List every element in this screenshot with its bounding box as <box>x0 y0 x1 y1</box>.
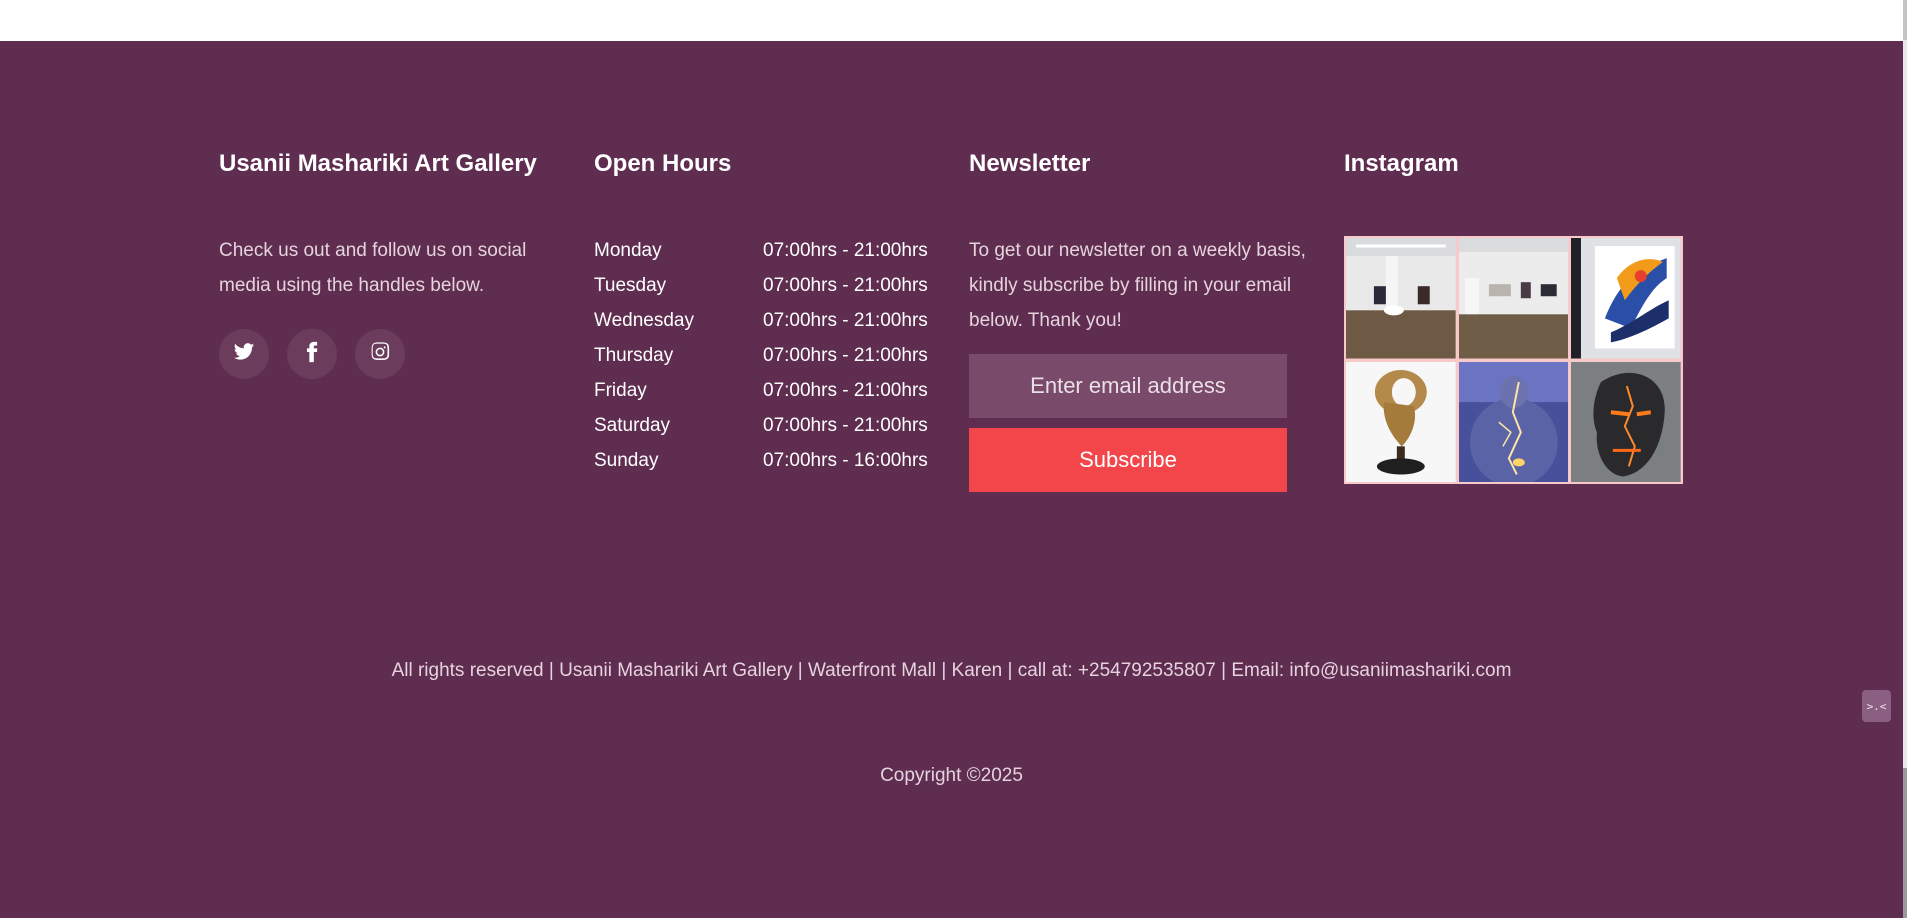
gallery-photo-2[interactable] <box>1458 238 1569 359</box>
hours-row: Saturday 07:00hrs - 21:00hrs <box>594 408 934 443</box>
subscribe-button[interactable]: Subscribe <box>969 428 1287 493</box>
gallery-photo-3[interactable] <box>1571 238 1681 359</box>
twitter-button[interactable] <box>219 329 269 380</box>
copyright: Copyright ©2025 <box>880 765 1023 786</box>
hours-row: Tuesday 07:00hrs - 21:00hrs <box>594 268 934 303</box>
about-text: Check us out and follow us on social med… <box>219 240 527 297</box>
instagram-title: Instagram <box>1344 150 1459 177</box>
gallery-photo-4[interactable] <box>1346 361 1456 483</box>
newsletter-title: Newsletter <box>969 150 1091 177</box>
day-label: Saturday <box>594 415 671 437</box>
hours-row: Friday 07:00hrs - 21:00hrs <box>594 373 934 408</box>
time-label: 07:00hrs - 21:00hrs <box>763 310 928 332</box>
top-white-bar <box>0 0 1903 41</box>
day-label: Thursday <box>594 345 674 367</box>
open-hours-column: Open Hours Monday 07:00hrs - 21:00hrs Tue… <box>594 148 934 478</box>
instagram-column: Instagram <box>1344 148 1684 485</box>
about-column: Usanii Mashariki Art Gallery Check us ou… <box>219 148 549 380</box>
time-label: 07:00hrs - 21:00hrs <box>763 380 928 402</box>
facebook-button[interactable] <box>287 329 337 380</box>
chat-widget-button[interactable]: >.< <box>1862 690 1891 722</box>
hours-title: Open Hours <box>594 150 732 177</box>
page-scrollbar[interactable] <box>1903 0 1907 918</box>
day-label: Tuesday <box>594 275 667 297</box>
twitter-icon <box>233 341 255 368</box>
legal-info: All rights reserved | Usanii Mashariki A… <box>391 660 1512 681</box>
day-label: Wednesday <box>594 310 694 332</box>
hours-row: Sunday 07:00hrs - 16:00hrs <box>594 443 934 478</box>
email-input[interactable] <box>969 354 1287 419</box>
instagram-button[interactable] <box>355 329 405 380</box>
day-label: Sunday <box>594 450 659 472</box>
gallery-photo-1[interactable] <box>1346 238 1456 359</box>
time-label: 07:00hrs - 21:00hrs <box>763 240 928 262</box>
day-label: Monday <box>594 240 662 262</box>
social-links <box>219 329 549 380</box>
hours-row: Thursday 07:00hrs - 21:00hrs <box>594 338 934 373</box>
facebook-icon <box>301 341 323 368</box>
gallery-photo-6[interactable] <box>1571 361 1681 483</box>
site-footer: Usanii Mashariki Art Gallery Check us ou… <box>0 41 1903 918</box>
instagram-icon <box>369 341 391 368</box>
time-label: 07:00hrs - 16:00hrs <box>763 450 928 472</box>
hours-list: Monday 07:00hrs - 21:00hrs Tuesday 07:00hr… <box>594 233 934 478</box>
newsletter-column: Newsletter To get our newsletter on a we… <box>969 148 1319 493</box>
hours-row: Monday 07:00hrs - 21:00hrs <box>594 233 934 268</box>
scrollbar-thumb[interactable] <box>1903 768 1907 918</box>
time-label: 07:00hrs - 21:00hrs <box>763 345 928 367</box>
instagram-gallery <box>1344 236 1683 485</box>
day-label: Friday <box>594 380 647 402</box>
time-label: 07:00hrs - 21:00hrs <box>763 275 928 297</box>
scrollbar-track-top <box>1903 0 1907 40</box>
gallery-photo-5[interactable] <box>1458 361 1569 483</box>
about-title: Usanii Mashariki Art Gallery <box>219 150 537 177</box>
newsletter-text: To get our newsletter on a weekly basis,… <box>969 240 1306 332</box>
time-label: 07:00hrs - 21:00hrs <box>763 415 928 437</box>
hours-row: Wednesday 07:00hrs - 21:00hrs <box>594 303 934 338</box>
